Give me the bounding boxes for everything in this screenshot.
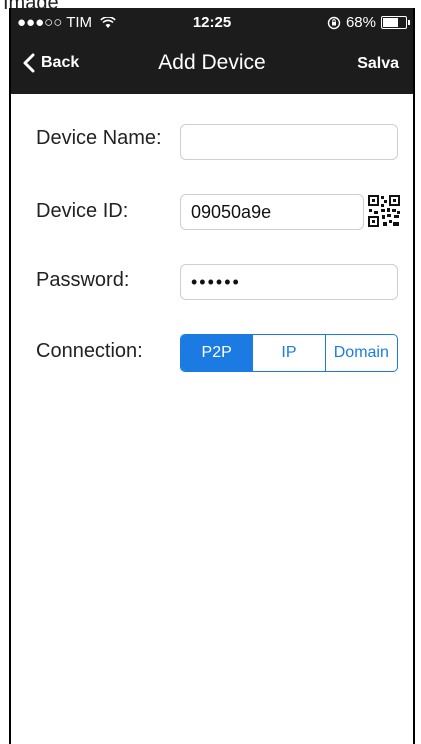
save-button[interactable]: Salva — [357, 55, 399, 73]
status-right: 68% — [327, 14, 410, 31]
password-label: Password: — [36, 269, 130, 291]
device-id-label: Device ID: — [36, 200, 129, 222]
device-name-field[interactable] — [180, 124, 398, 160]
password-field[interactable]: •••••• — [180, 264, 398, 300]
device-id-field[interactable]: 09050a9e — [180, 194, 364, 230]
connection-option-ip[interactable]: IP — [252, 335, 324, 371]
rotation-lock-icon — [327, 16, 341, 29]
connection-option-domain[interactable]: Domain — [324, 335, 397, 371]
battery-icon — [381, 16, 410, 29]
battery-percent: 68% — [345, 14, 376, 31]
phone-screen: ●●●○○ TIM 12:25 68% Back Add Device Salv… — [9, 8, 415, 744]
connection-label: Connection: — [36, 340, 143, 362]
status-bar: ●●●○○ TIM 12:25 68% — [11, 8, 413, 36]
navigation-bar: Back Add Device Salva — [11, 36, 413, 94]
connection-option-p2p[interactable]: P2P — [181, 335, 253, 371]
page-title: Add Device — [158, 51, 266, 74]
connection-type-selector: P2P IP Domain — [180, 334, 398, 372]
device-name-label: Device Name: — [36, 127, 162, 149]
qr-code-icon[interactable] — [367, 194, 401, 228]
